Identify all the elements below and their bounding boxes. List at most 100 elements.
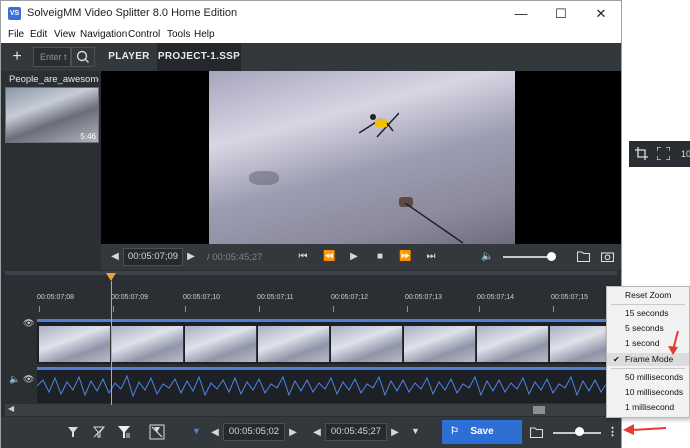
video-frame-thumb bbox=[39, 326, 111, 362]
ruler-tick-label: 00:05:07;09 bbox=[111, 294, 148, 301]
video-track-visibility-icon[interactable]: 👁 bbox=[23, 318, 34, 329]
menu-navigation[interactable]: Navigation bbox=[80, 29, 127, 40]
ruler-tick-label: 00:05:07;08 bbox=[37, 294, 74, 301]
crop-icon[interactable] bbox=[635, 147, 648, 160]
media-panel: People_are_awesome... 5:46 bbox=[1, 71, 101, 271]
add-marker-icon[interactable] bbox=[67, 426, 79, 438]
menu-item-10-ms[interactable]: 10 milliseconds bbox=[607, 386, 689, 399]
ruler-tick-label: 00:05:07;14 bbox=[477, 294, 514, 301]
media-thumbnail[interactable]: 5:46 bbox=[5, 87, 99, 143]
media-file-name: People_are_awesome... bbox=[9, 74, 99, 85]
marker-out-next-icon[interactable]: ▶ bbox=[389, 427, 401, 438]
ruler-tick bbox=[333, 306, 334, 312]
search-input[interactable]: Enter t bbox=[33, 47, 71, 67]
ski-track-line bbox=[405, 203, 464, 244]
video-frame-thumb bbox=[331, 326, 403, 362]
video-frame-thumb bbox=[404, 326, 476, 362]
marker-out-time[interactable]: 00:05:45;27 bbox=[325, 423, 387, 441]
save-button[interactable]: ⚐ Save bbox=[442, 420, 522, 444]
snapshot-icon[interactable] bbox=[601, 251, 614, 262]
menu-item-reset-zoom[interactable]: Reset Zoom bbox=[607, 289, 689, 302]
menu-item-15-seconds[interactable]: 15 seconds bbox=[607, 307, 689, 320]
ruler-tick-label: 00:05:07;10 bbox=[183, 294, 220, 301]
audio-track[interactable] bbox=[36, 367, 622, 403]
close-icon: ✕ bbox=[595, 6, 607, 21]
playhead-line bbox=[111, 281, 112, 405]
minimize-icon: — bbox=[514, 6, 528, 21]
ruler-tick bbox=[259, 306, 260, 312]
audio-track-volume-icon[interactable]: 🔈 bbox=[9, 374, 20, 385]
menu-item-50-ms[interactable]: 50 milliseconds bbox=[607, 371, 689, 384]
maximize-button[interactable]: ☐ bbox=[541, 1, 581, 27]
toolbar: + Enter t PLAYER PROJECT-1.SSP bbox=[1, 43, 621, 71]
video-frame-thumb bbox=[185, 326, 257, 362]
menu-item-1-ms[interactable]: 1 millisecond bbox=[607, 401, 689, 414]
add-file-button[interactable]: + bbox=[7, 47, 27, 67]
marker-in-prev-icon[interactable]: ◀ bbox=[209, 427, 221, 438]
search-button[interactable] bbox=[71, 47, 95, 67]
scroll-left-icon[interactable]: ◀ bbox=[8, 404, 14, 413]
next-frame-icon[interactable]: ⏩ bbox=[399, 251, 411, 262]
save-flag-icon: ⚐ bbox=[450, 426, 459, 437]
volume-slider[interactable] bbox=[503, 256, 551, 258]
invert-selection-icon[interactable] bbox=[149, 424, 165, 440]
playhead-marker[interactable] bbox=[106, 273, 116, 281]
video-track[interactable] bbox=[37, 319, 622, 364]
tab-player[interactable]: PLAYER bbox=[101, 43, 157, 71]
menu-help[interactable]: Help bbox=[194, 29, 215, 40]
jump-start-icon[interactable]: ⏮ bbox=[297, 251, 309, 262]
save-button-label: Save bbox=[470, 426, 494, 437]
window-title: SolveigMM Video Splitter 8.0 Home Editio… bbox=[27, 7, 238, 19]
step-back-icon[interactable]: ◀ bbox=[109, 251, 121, 262]
ruler-tick-label: 00:05:07;13 bbox=[405, 294, 442, 301]
app-window: VS SolveigMM Video Splitter 8.0 Home Edi… bbox=[0, 0, 690, 448]
jump-end-icon[interactable]: ⏭ bbox=[425, 251, 437, 262]
timeline-horizontal-scrollbar[interactable]: ◀ bbox=[5, 404, 617, 416]
remove-marker-icon[interactable] bbox=[93, 426, 105, 438]
ruler-tick bbox=[479, 306, 480, 312]
fullscreen-icon[interactable] bbox=[657, 147, 670, 160]
edit-toolbar: ▼ ◀ 00:05:05;02 ▶ ◀ 00:05:45;27 ▶ ▼ ⚐ Sa… bbox=[1, 417, 621, 448]
timeline-zoom-knob[interactable] bbox=[575, 427, 584, 436]
video-frame bbox=[209, 71, 515, 244]
media-duration: 5:46 bbox=[80, 132, 96, 141]
ruler-tick bbox=[407, 306, 408, 312]
volume-icon[interactable]: 🔈 bbox=[481, 251, 493, 262]
more-options-icon[interactable]: ⋮ bbox=[607, 425, 618, 438]
ruler-tick bbox=[39, 306, 40, 312]
cut-fragment-icon[interactable] bbox=[117, 425, 131, 439]
marker-out-prev-icon[interactable]: ◀ bbox=[311, 427, 323, 438]
timeline-seekbar[interactable] bbox=[5, 271, 617, 275]
timeline-ruler[interactable]: 00:05:07;08 00:05:07;09 00:05:07;10 00:0… bbox=[37, 284, 621, 312]
zoom-level[interactable]: 100% bbox=[681, 149, 690, 159]
output-folder-icon[interactable] bbox=[530, 427, 543, 438]
menu-view[interactable]: View bbox=[54, 29, 76, 40]
close-button[interactable]: ✕ bbox=[581, 1, 621, 27]
play-icon[interactable]: ▶ bbox=[348, 251, 360, 262]
menu-edit[interactable]: Edit bbox=[30, 29, 47, 40]
marker-out-icon[interactable]: ▼ bbox=[411, 426, 420, 436]
tab-project[interactable]: PROJECT-1.SSP bbox=[157, 43, 241, 71]
current-time[interactable]: 00:05:07;09 bbox=[123, 248, 183, 266]
folder-icon[interactable] bbox=[577, 251, 590, 262]
menu-control[interactable]: Control bbox=[128, 29, 160, 40]
marker-in-time[interactable]: 00:05:05;02 bbox=[223, 423, 285, 441]
timeline-panel: 00:05:07;08 00:05:07;09 00:05:07;10 00:0… bbox=[1, 270, 622, 417]
video-frame-thumb bbox=[258, 326, 330, 362]
marker-in-icon[interactable]: ▼ bbox=[192, 426, 201, 436]
title-bar: VS SolveigMM Video Splitter 8.0 Home Edi… bbox=[1, 1, 621, 27]
step-forward-icon[interactable]: ▶ bbox=[185, 251, 197, 262]
minimize-button[interactable]: — bbox=[501, 1, 541, 27]
volume-knob[interactable] bbox=[547, 252, 556, 261]
prev-frame-icon[interactable]: ⏪ bbox=[323, 251, 335, 262]
ruler-tick-label: 00:05:07;11 bbox=[257, 294, 294, 301]
ruler-tick bbox=[185, 306, 186, 312]
audio-track-visibility-icon[interactable]: 👁 bbox=[23, 374, 34, 385]
menu-tools[interactable]: Tools bbox=[167, 29, 190, 40]
menu-separator bbox=[611, 304, 685, 305]
stop-icon[interactable]: ■ bbox=[374, 251, 386, 262]
marker-in-next-icon[interactable]: ▶ bbox=[287, 427, 299, 438]
scrollbar-thumb[interactable] bbox=[533, 406, 545, 414]
menu-file[interactable]: File bbox=[8, 29, 24, 40]
skier-figure bbox=[359, 112, 399, 138]
